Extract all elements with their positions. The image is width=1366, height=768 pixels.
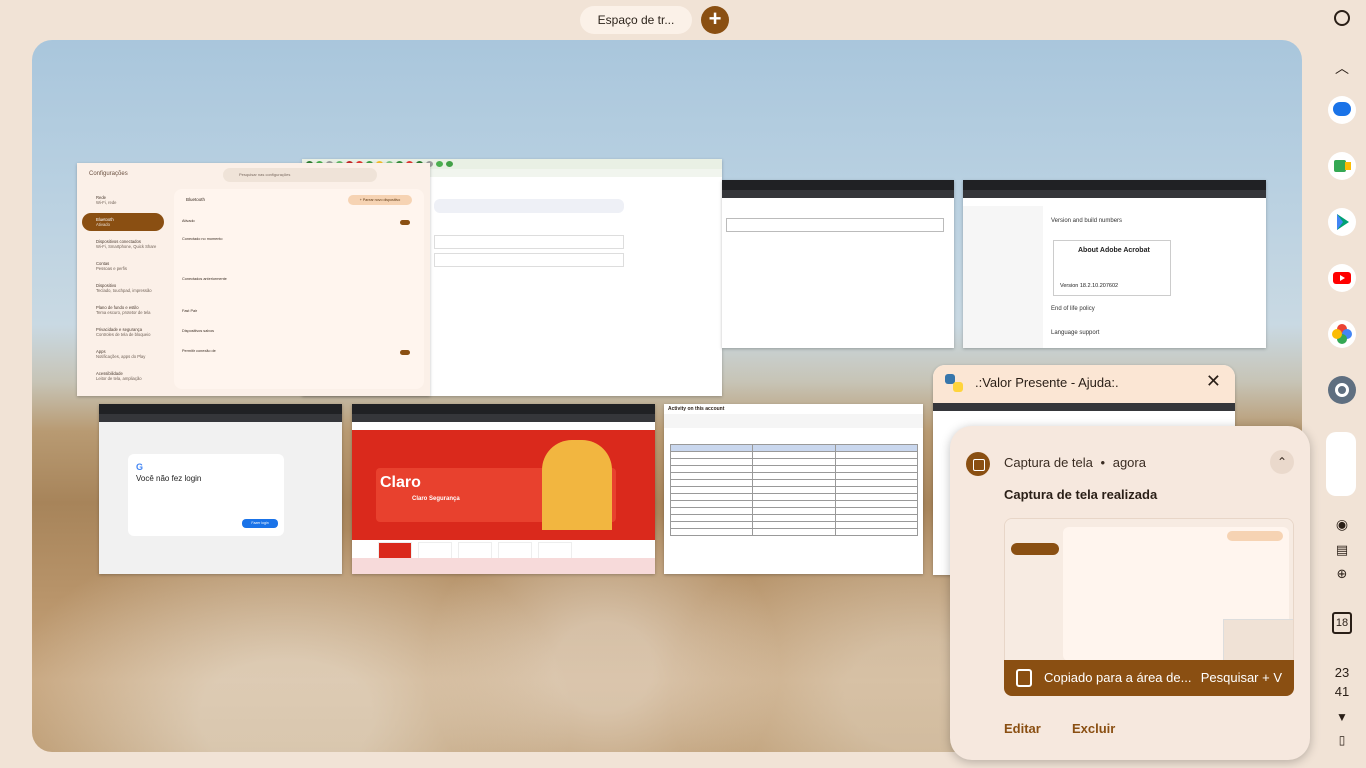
chevron-up-icon[interactable]: ⌃ [1270, 450, 1294, 474]
settings-nav-item[interactable]: Dispositivo Teclado, touchpad, impressão [82, 279, 164, 297]
separator-dot: • [1100, 455, 1106, 470]
shortcut-hint: Pesquisar + V [1200, 670, 1282, 685]
copied-to-clipboard-bar[interactable]: Copiado para a área de... Pesquisar + V [1004, 660, 1294, 696]
add-icon[interactable]: ⊕ [1325, 566, 1359, 582]
clock-hour[interactable]: 23 [1325, 665, 1359, 680]
nav-sublabel: Notificações, apps do Play [96, 354, 146, 359]
screenshot-notification[interactable]: Captura de tela • agora ⌃ Captura de tel… [950, 426, 1310, 760]
hero-image [542, 440, 612, 530]
notification-title: Captura de tela realizada [1004, 487, 1158, 502]
launcher-icon[interactable] [1334, 10, 1350, 26]
notification-time: agora [1112, 455, 1146, 470]
meet-icon[interactable] [1328, 152, 1356, 180]
nav-sublabel: Wi-Fi, rede [96, 200, 117, 205]
list-item [434, 253, 624, 267]
calendar-icon[interactable]: 18 [1332, 612, 1352, 634]
clipboard-icon [1016, 669, 1032, 687]
tote-icon[interactable]: ▤ [1325, 542, 1359, 558]
login-card: G Você não fez login Fazer login [128, 454, 284, 536]
window-chrome-dark[interactable] [722, 180, 954, 348]
settings-search-input[interactable]: Pesquisar nas configurações [223, 168, 377, 182]
setting-row: Permitir conexão de [182, 349, 216, 353]
heading: Version and build numbers [1051, 218, 1123, 224]
nav-sublabel: Teclado, touchpad, impressão [96, 288, 152, 293]
fast-pair-toggle[interactable] [400, 350, 410, 355]
settings-nav-item[interactable]: Plano de fundo e estilo Tema escuro, prot… [82, 301, 164, 319]
window-account-activity[interactable]: Activity on this account [664, 404, 923, 574]
nav-sublabel: Wi-Fi, Smartphone, Quick Share [96, 244, 157, 249]
settings-nav-item[interactable]: Rede Wi-Fi, rede [82, 191, 164, 209]
card-title: About Adobe Acrobat [1078, 247, 1150, 254]
add-desk-button[interactable]: + [701, 6, 729, 34]
card-version: Version 18.2.10.207602 [1060, 283, 1119, 289]
setting-row: Ativado [182, 219, 195, 223]
settings-nav-item[interactable]: Bluetooth Ativado [82, 213, 164, 231]
login-button[interactable]: Fazer login [242, 519, 278, 528]
end-policy-heading: End of life policy [1051, 306, 1095, 312]
messages-icon[interactable] [1328, 96, 1356, 124]
app-name: Captura de tela [1004, 455, 1093, 470]
setting-row: Fast Pair [182, 309, 198, 313]
list-item [434, 199, 624, 213]
activity-title: Activity on this account [664, 404, 923, 414]
photos-icon[interactable] [1328, 320, 1356, 348]
setting-row: Conectado no momento [182, 237, 223, 241]
window-settings[interactable]: Configurações Pesquisar nas configuraçõe… [77, 163, 430, 396]
help-sidebar [963, 206, 1043, 348]
youtube-icon[interactable] [1328, 264, 1356, 292]
settings-nav-item[interactable]: Dispositivos conectados Wi-Fi, Smartphone… [82, 235, 164, 253]
window-title: .:Valor Presente - Ajuda:. [975, 375, 1119, 390]
language-heading: Language support [1051, 330, 1100, 336]
python-icon [945, 374, 963, 392]
wifi-icon[interactable]: ▼ [1325, 710, 1359, 724]
settings-nav-item[interactable]: Privacidade e segurança Controles de tela… [82, 323, 164, 341]
shelf: ︿ [1318, 0, 1366, 768]
login-title: Você não fez login [136, 474, 202, 483]
claro-headline: Claro Segurança [412, 496, 460, 502]
claro-logo: Claro [380, 474, 421, 491]
nav-sublabel: Pessoas e perfis [96, 266, 127, 271]
cookie-banner [352, 558, 655, 574]
nav-sublabel: Controles de tela de bloqueio [96, 332, 151, 337]
panel-title: Bluetooth [186, 197, 206, 202]
window-google-login[interactable]: G Você não fez login Fazer login [99, 404, 342, 574]
close-icon[interactable]: ✕ [1206, 371, 1221, 392]
battery-icon[interactable]: ▯ [1325, 733, 1359, 747]
play-store-icon[interactable] [1328, 208, 1356, 236]
clock-minute[interactable]: 41 [1325, 684, 1359, 699]
list-item [434, 235, 624, 249]
setting-row: Conectados anteriormente [182, 277, 227, 281]
screen-capture-icon [966, 452, 990, 476]
copied-text: Copiado para a área de... [1044, 670, 1192, 685]
edit-button[interactable]: Editar [1004, 721, 1041, 736]
delete-button[interactable]: Excluir [1072, 721, 1115, 736]
settings-title: Configurações [89, 171, 128, 177]
nav-sublabel: Ativado [96, 222, 110, 227]
screen-capture-icon[interactable]: ◉ [1325, 516, 1359, 533]
nav-sublabel: Tema escuro, protetor de tela [96, 310, 151, 315]
bluetooth-toggle[interactable] [400, 220, 410, 225]
window-adobe-help[interactable]: Version and build numbers About Adobe Ac… [963, 180, 1266, 348]
activity-table [669, 444, 919, 536]
settings-nav-item[interactable]: Apps Notificações, apps do Play [82, 345, 164, 363]
settings-icon[interactable] [1328, 376, 1356, 404]
setting-row: Dispositivos salvos [182, 329, 215, 333]
notification-app: Captura de tela • agora [1004, 455, 1146, 470]
file-icon[interactable] [1326, 432, 1356, 496]
google-logo: G [136, 462, 144, 472]
window-claro[interactable]: Claro Claro Segurança [352, 404, 655, 574]
settings-nav-item[interactable]: Contas Pessoas e perfis [82, 257, 164, 275]
bluetooth-panel: Bluetooth + Parear novo dispositivo Ativ… [174, 189, 424, 389]
expand-icon[interactable]: ︿ [1335, 58, 1349, 78]
desk-chip[interactable]: Espaço de tr... [580, 6, 692, 34]
window-header: .:Valor Presente - Ajuda:. ✕ [933, 365, 1235, 403]
pair-device-button[interactable]: + Parear novo dispositivo [348, 195, 412, 205]
about-card: About Adobe Acrobat Version 18.2.10.2076… [1053, 240, 1171, 296]
nav-sublabel: Leitor de tela, ampliação [96, 376, 142, 381]
settings-nav-item[interactable]: Acessibilidade Leitor de tela, ampliação [82, 367, 164, 385]
